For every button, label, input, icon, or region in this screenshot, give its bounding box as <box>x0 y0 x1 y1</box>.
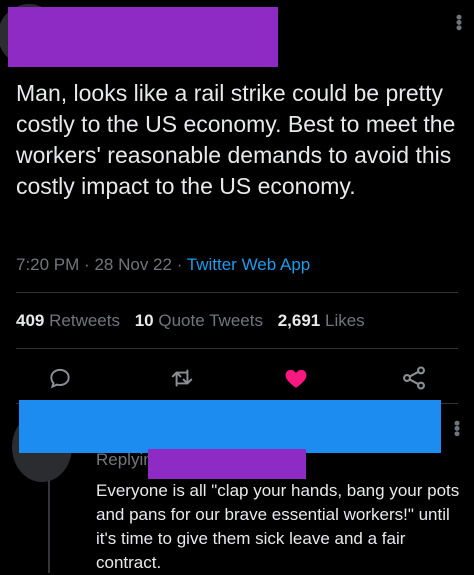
reply-text: Everyone is all "clap your hands, bang y… <box>96 481 460 572</box>
meta-separator: · <box>84 255 90 274</box>
heart-icon <box>285 369 307 388</box>
tweet-stats: 409 Retweets 10 Quote Tweets 2,691 Likes <box>16 311 365 331</box>
share-button[interactable] <box>394 358 434 398</box>
tweet-meta: 7:20 PM · 28 Nov 22 · Twitter Web App <box>16 255 310 275</box>
share-icon <box>403 366 425 390</box>
action-bar <box>0 358 474 398</box>
reply-icon <box>50 368 70 389</box>
quotes-stat[interactable]: 10 Quote Tweets <box>135 311 263 330</box>
retweet-button[interactable] <box>162 358 202 398</box>
reply-button[interactable] <box>40 358 80 398</box>
redacted-replying-to-handle <box>148 449 306 479</box>
more-options-icon[interactable]: ••• <box>449 14 469 30</box>
tweet-date[interactable]: 28 Nov 22 <box>94 255 172 274</box>
redacted-author-name <box>8 7 278 67</box>
tweet-text: Man, looks like a rail strike could be p… <box>16 80 456 199</box>
replying-to-label: Replyin <box>96 450 153 469</box>
redacted-reply-header <box>19 400 441 453</box>
thread-line <box>48 480 50 573</box>
tweet-time[interactable]: 7:20 PM <box>16 255 79 274</box>
divider <box>16 292 458 293</box>
tweet-source[interactable]: Twitter Web App <box>187 255 310 274</box>
retweets-stat[interactable]: 409 Retweets <box>16 311 120 330</box>
retweet-icon <box>171 369 193 387</box>
meta-separator: · <box>176 255 183 274</box>
likes-stat[interactable]: 2,691 Likes <box>278 311 365 330</box>
divider <box>16 348 458 349</box>
like-button[interactable] <box>276 358 316 398</box>
more-options-icon[interactable]: ••• <box>447 420 467 436</box>
